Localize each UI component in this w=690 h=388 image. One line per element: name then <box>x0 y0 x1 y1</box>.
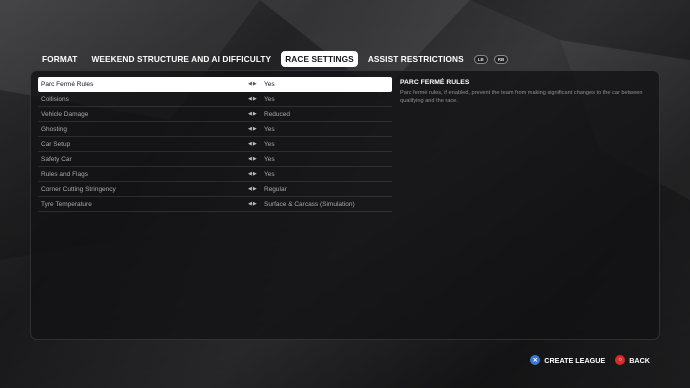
tab-bar: FORMAT WEEKEND STRUCTURE AND AI DIFFICUL… <box>38 51 509 67</box>
setting-row-rules-and-flags[interactable]: Rules and Flags ◀ ▶ Yes <box>38 167 392 182</box>
setting-label: Ghosting <box>41 125 68 133</box>
setting-value: Yes <box>264 80 275 88</box>
setting-row-tyre-temperature[interactable]: Tyre Temperature ◀ ▶ Surface & Carcass (S… <box>38 197 392 212</box>
tab-assist-restrictions[interactable]: ASSIST RESTRICTIONS <box>364 51 468 67</box>
back-label: BACK <box>629 355 650 365</box>
arrow-right-icon[interactable]: ▶ <box>253 186 257 192</box>
arrow-left-icon[interactable]: ◀ <box>248 81 252 87</box>
footer-actions: ✕ CREATE LEAGUE ○ BACK <box>530 355 650 365</box>
arrow-left-icon[interactable]: ◀ <box>248 111 252 117</box>
rb-bumper-icon[interactable]: RB <box>493 54 509 64</box>
setting-value: Yes <box>264 140 275 148</box>
value-arrows[interactable]: ◀ ▶ <box>248 156 262 162</box>
setting-row-safety-car[interactable]: Safety Car ◀ ▶ Yes <box>38 152 392 167</box>
setting-description: PARC FERMÉ RULES Parc fermé rules, if en… <box>400 79 650 105</box>
setting-row-car-setup[interactable]: Car Setup ◀ ▶ Yes <box>38 137 392 152</box>
arrow-right-icon[interactable]: ▶ <box>253 111 257 117</box>
setting-value: Yes <box>264 155 275 163</box>
arrow-right-icon[interactable]: ▶ <box>253 201 257 207</box>
tab-format[interactable]: FORMAT <box>38 51 81 67</box>
setting-value: Yes <box>264 125 275 133</box>
arrow-right-icon[interactable]: ▶ <box>253 141 257 147</box>
description-body: Parc fermé rules, if enabled, prevent th… <box>400 90 643 104</box>
setting-value: Regular <box>264 185 287 193</box>
cross-button-icon: ✕ <box>530 355 541 365</box>
setting-row-ghosting[interactable]: Ghosting ◀ ▶ Yes <box>38 122 392 137</box>
arrow-left-icon[interactable]: ◀ <box>248 126 252 132</box>
tab-race-settings[interactable]: RACE SETTINGS <box>281 51 358 67</box>
setting-label: Safety Car <box>41 155 72 163</box>
value-arrows[interactable]: ◀ ▶ <box>248 111 262 117</box>
value-arrows[interactable]: ◀ ▶ <box>248 186 262 192</box>
circle-button-icon: ○ <box>615 355 626 365</box>
arrow-right-icon[interactable]: ▶ <box>253 171 257 177</box>
back-button[interactable]: ○ BACK <box>615 355 650 365</box>
setting-value: Yes <box>264 95 275 103</box>
setting-label: Car Setup <box>41 140 71 148</box>
arrow-left-icon[interactable]: ◀ <box>248 186 252 192</box>
setting-value: Surface & Carcass (Simulation) <box>264 200 355 208</box>
arrow-right-icon[interactable]: ▶ <box>253 96 257 102</box>
lb-bumper-icon[interactable]: LB <box>473 54 488 64</box>
setting-row-vehicle-damage[interactable]: Vehicle Damage ◀ ▶ Reduced <box>38 107 392 122</box>
arrow-left-icon[interactable]: ◀ <box>248 96 252 102</box>
value-arrows[interactable]: ◀ ▶ <box>248 201 262 207</box>
arrow-right-icon[interactable]: ▶ <box>253 156 257 162</box>
setting-row-corner-cutting[interactable]: Corner Cutting Stringency ◀ ▶ Regular <box>38 182 392 197</box>
setting-label: Corner Cutting Stringency <box>41 185 116 193</box>
create-league-label: CREATE LEAGUE <box>544 355 606 365</box>
value-arrows[interactable]: ◀ ▶ <box>248 171 262 177</box>
setting-row-collisions[interactable]: Collisions ◀ ▶ Yes <box>38 92 392 107</box>
setting-label: Vehicle Damage <box>41 110 89 118</box>
arrow-left-icon[interactable]: ◀ <box>248 141 252 147</box>
create-league-button[interactable]: ✕ CREATE LEAGUE <box>530 355 605 365</box>
tab-weekend-structure[interactable]: WEEKEND STRUCTURE AND AI DIFFICULTY <box>87 51 275 67</box>
setting-label: Parc Fermé Rules <box>41 80 94 88</box>
setting-label: Rules and Flags <box>41 170 88 178</box>
setting-label: Collisions <box>41 95 69 103</box>
value-arrows[interactable]: ◀ ▶ <box>248 141 262 147</box>
setting-value: Yes <box>264 170 275 178</box>
settings-list: Parc Fermé Rules ◀ ▶ Yes Collisions ◀ ▶ Ye… <box>38 77 392 212</box>
arrow-right-icon[interactable]: ▶ <box>253 126 257 132</box>
value-arrows[interactable]: ◀ ▶ <box>248 96 262 102</box>
setting-value: Reduced <box>264 110 291 118</box>
arrow-right-icon[interactable]: ▶ <box>253 81 257 87</box>
arrow-left-icon[interactable]: ◀ <box>248 156 252 162</box>
value-arrows[interactable]: ◀ ▶ <box>248 126 262 132</box>
arrow-left-icon[interactable]: ◀ <box>248 201 252 207</box>
setting-label: Tyre Temperature <box>41 200 92 208</box>
description-title: PARC FERMÉ RULES <box>400 79 470 86</box>
arrow-left-icon[interactable]: ◀ <box>248 171 252 177</box>
value-arrows[interactable]: ◀ ▶ <box>248 81 262 87</box>
setting-row-parc-ferme[interactable]: Parc Fermé Rules ◀ ▶ Yes <box>38 77 392 92</box>
